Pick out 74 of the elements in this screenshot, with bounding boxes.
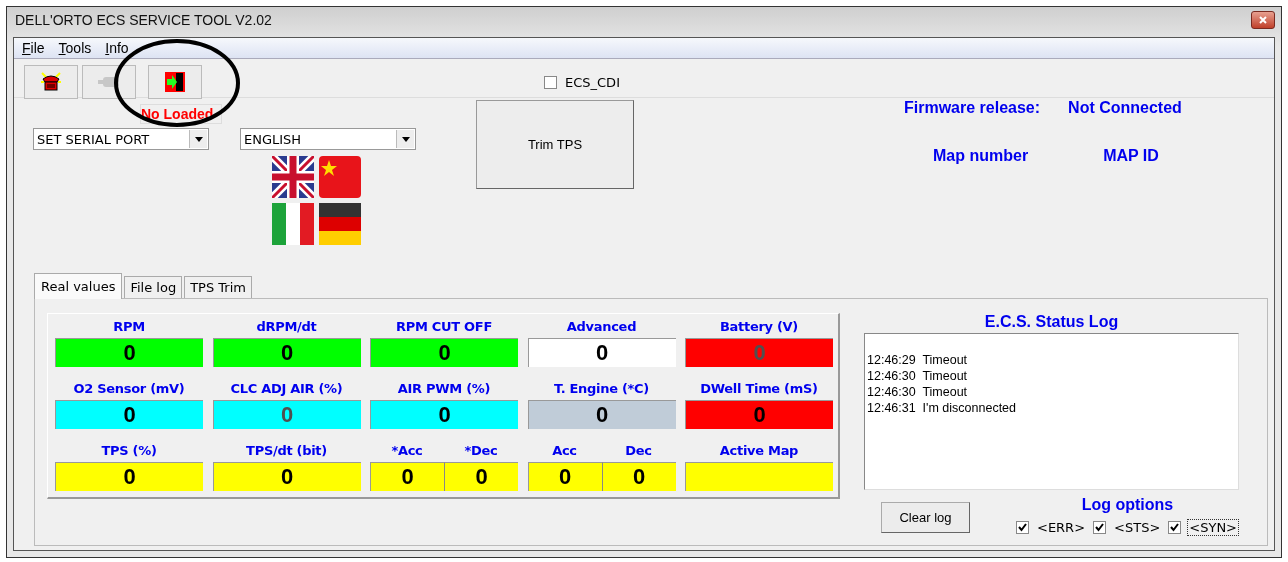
value-display: 0	[55, 462, 203, 491]
flag-icon[interactable]	[319, 203, 361, 245]
log-line: 12:46:29 Timeout	[867, 352, 969, 368]
plug-icon	[97, 75, 121, 89]
value-label: *Dec	[463, 442, 499, 460]
log-title: E.C.S. Status Log	[983, 313, 1120, 332]
value-label: RPM CUT OFF	[395, 318, 493, 336]
value-label: Advanced	[565, 318, 638, 336]
value-label: O2 Sensor (mV)	[72, 380, 186, 398]
value-display: 0	[370, 400, 518, 429]
close-icon	[1259, 16, 1267, 24]
checkbox[interactable]	[1168, 521, 1182, 534]
log-line: 12:46:30 Timeout	[867, 384, 969, 400]
value-display: 0	[55, 400, 203, 429]
serial-port-dropdown[interactable]: SET SERIAL PORT	[33, 128, 209, 150]
tab[interactable]: Real values	[34, 273, 123, 299]
info-value: Not Connected	[1068, 99, 1182, 117]
flag-icon[interactable]	[272, 203, 314, 245]
value-display: 0	[370, 462, 444, 491]
menu-item[interactable]: File	[20, 40, 47, 56]
info-label: Map number	[933, 147, 1029, 165]
checkbox-label[interactable]: <STS>	[1112, 519, 1163, 536]
checkbox[interactable]	[544, 76, 557, 89]
value-label: CLC ADJ AIR (%)	[229, 380, 344, 398]
trim-tps-button[interactable]: Trim TPS	[476, 100, 634, 189]
clear-log-button[interactable]: Clear log	[881, 502, 970, 533]
info-value: MAP ID	[1103, 147, 1159, 165]
value-display: 0	[527, 462, 602, 491]
checkbox[interactable]	[1016, 521, 1029, 534]
value-display: 0	[527, 400, 676, 429]
log-line: 12:46:31 I'm disconnected	[867, 400, 1017, 416]
value-display: 0	[212, 400, 361, 429]
toolbar-button[interactable]	[24, 65, 78, 99]
tab[interactable]: File log	[124, 276, 183, 298]
value-label: TPS (%)	[100, 442, 158, 460]
toolbar-button[interactable]	[148, 65, 202, 99]
close-button[interactable]	[1251, 11, 1275, 29]
value-display: 0	[527, 338, 676, 367]
value-display: 0	[444, 462, 518, 491]
tab[interactable]: TPS Trim	[184, 276, 252, 298]
checkbox-label[interactable]: <ERR>	[1035, 519, 1088, 536]
value-label: RPM	[112, 318, 146, 336]
value-label: *Acc	[390, 442, 424, 460]
menu-item[interactable]: Info	[103, 40, 131, 56]
value-label: AIR PWM (%)	[396, 380, 492, 398]
log-line: 12:46:30 Timeout	[867, 368, 969, 384]
language-dropdown[interactable]: ENGLISH	[240, 128, 416, 150]
checkbox[interactable]	[1093, 521, 1107, 534]
value-display: 0	[212, 338, 361, 367]
info-label: Firmware release:	[904, 99, 1041, 117]
value-display: 0	[55, 338, 203, 367]
value-label: T. Engine (*C)	[553, 380, 650, 398]
load-icon	[165, 72, 185, 92]
value-display: 0	[370, 338, 518, 367]
value-label: Battery (V)	[719, 318, 799, 336]
dropdown-arrow-icon	[401, 136, 410, 142]
flag-icon[interactable]	[272, 156, 314, 198]
value-label: Active Map	[718, 442, 800, 460]
value-label: dRPM/dt	[255, 318, 318, 336]
checkbox-label[interactable]: <SYN>	[1187, 519, 1239, 536]
log-options-title: Log options	[1081, 496, 1174, 514]
window-title: DELL'ORTO ECS SERVICE TOOL V2.02	[15, 12, 272, 28]
value-label: DWell Time (mS)	[699, 380, 819, 398]
dropdown-arrow-icon	[194, 136, 203, 142]
checkbox-label[interactable]: ECS_CDI	[565, 75, 620, 90]
value-label: TPS/dt (bit)	[245, 442, 328, 460]
value-label: Dec	[624, 442, 653, 460]
telephone-icon	[40, 72, 62, 92]
value-display: 0	[685, 400, 833, 429]
value-display: 0	[212, 462, 361, 491]
menu-item[interactable]: Tools	[56, 40, 94, 56]
value-display: 0	[601, 462, 676, 491]
value-label: Acc	[551, 442, 578, 460]
value-display: 0	[685, 338, 833, 367]
